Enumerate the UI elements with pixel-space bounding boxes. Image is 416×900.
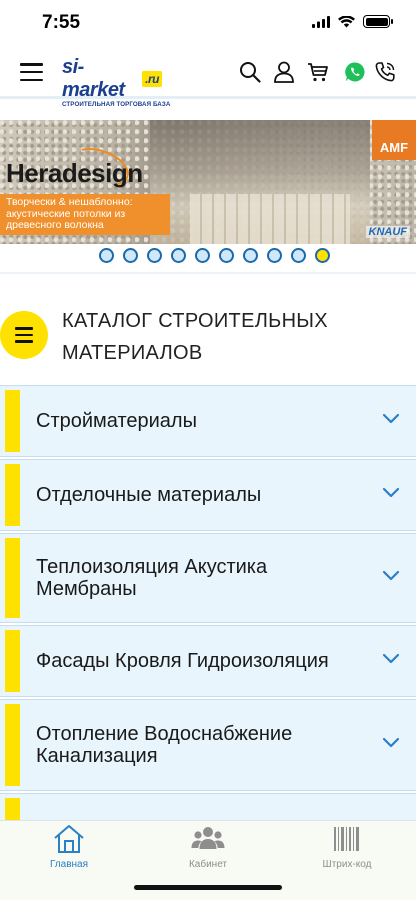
category-accent-bar xyxy=(5,704,20,786)
menu-icon[interactable] xyxy=(20,63,43,81)
carousel-dot[interactable] xyxy=(147,248,162,263)
carousel-dot[interactable] xyxy=(195,248,210,263)
user-icon[interactable] xyxy=(272,60,296,84)
chevron-down-icon[interactable] xyxy=(382,737,400,749)
tab-home-label: Главная xyxy=(49,859,89,870)
barcode-icon xyxy=(334,827,359,851)
category-item[interactable]: Стройматериалы xyxy=(0,385,416,457)
status-icons xyxy=(312,15,393,28)
chevron-down-icon[interactable] xyxy=(382,487,400,499)
chevron-down-icon[interactable] xyxy=(382,570,400,582)
amf-logo: AMF xyxy=(372,120,416,160)
category-label: Фасады Кровля Гидроизоляция xyxy=(36,650,329,672)
site-logo[interactable]: si-market .ru СТРОИТЕЛЬНАЯ ТОРГОВАЯ БАЗА xyxy=(62,56,170,108)
cart-icon[interactable] xyxy=(306,60,330,84)
category-list: Стройматериалы Отделочные материалы Тепл… xyxy=(0,385,416,855)
tab-barcode-label: Штрих-код xyxy=(322,859,372,870)
tab-home[interactable]: Главная xyxy=(0,821,138,881)
banner-tagline: Творчески & нешаблонно: акустические пот… xyxy=(0,194,170,235)
carousel-dot[interactable] xyxy=(123,248,138,263)
tab-cabinet-label: Кабинет xyxy=(188,859,228,870)
category-label: Отделочные материалы xyxy=(36,484,262,506)
app-header: si-market .ru СТРОИТЕЛЬНАЯ ТОРГОВАЯ БАЗА xyxy=(0,46,416,108)
category-item[interactable]: Отделочные материалы xyxy=(0,459,416,531)
logo-tagline: СТРОИТЕЛЬНАЯ ТОРГОВАЯ БАЗА xyxy=(62,101,171,108)
wifi-icon xyxy=(338,15,355,27)
carousel-dot[interactable] xyxy=(219,248,234,263)
logo-tld: .ru xyxy=(142,71,162,87)
catalog-title: КАТАЛОГ СТРОИТЕЛЬНЫХ МАТЕРИАЛОВ xyxy=(62,310,328,364)
promo-banner[interactable]: Heradesign Творчески & нешаблонно: акуст… xyxy=(0,120,416,244)
category-accent-bar xyxy=(5,630,20,692)
tab-cabinet[interactable]: Кабинет xyxy=(139,821,277,881)
status-bar: 7:55 xyxy=(0,0,416,46)
users-icon xyxy=(191,827,225,849)
chevron-down-icon[interactable] xyxy=(382,653,400,665)
carousel-dot[interactable] xyxy=(243,248,258,263)
category-label: Отопление Водоснабжение Канализация xyxy=(36,723,293,767)
category-item[interactable]: Отопление Водоснабжение Канализация xyxy=(0,699,416,791)
banner-floor xyxy=(190,194,350,244)
carousel-dot[interactable] xyxy=(267,248,282,263)
category-accent-bar xyxy=(5,538,20,618)
category-label: Стройматериалы xyxy=(36,410,197,432)
category-accent-bar xyxy=(5,390,20,452)
status-time: 7:55 xyxy=(42,12,81,33)
carousel-dot[interactable] xyxy=(291,248,306,263)
signal-icon xyxy=(312,15,330,28)
category-accent-bar xyxy=(5,464,20,526)
knauf-logo: KNAUF xyxy=(365,226,410,238)
carousel-dot[interactable] xyxy=(99,248,114,263)
chevron-down-icon[interactable] xyxy=(382,413,400,425)
category-item[interactable]: Теплоизоляция Акустика Мембраны xyxy=(0,533,416,623)
home-icon xyxy=(54,825,84,853)
carousel-dot[interactable] xyxy=(315,248,330,263)
whatsapp-icon[interactable] xyxy=(343,60,367,84)
section-divider xyxy=(0,272,416,274)
battery-icon xyxy=(363,15,393,28)
tab-barcode[interactable]: Штрих-код xyxy=(278,821,416,881)
carousel-pagination xyxy=(99,248,330,263)
carousel-dot[interactable] xyxy=(171,248,186,263)
home-indicator xyxy=(134,885,282,890)
catalog-menu-button[interactable] xyxy=(0,311,48,359)
phone-icon[interactable] xyxy=(373,60,397,84)
header-divider xyxy=(0,96,416,99)
banner-brand: Heradesign xyxy=(6,158,143,188)
category-item[interactable]: Фасады Кровля Гидроизоляция xyxy=(0,625,416,697)
search-icon[interactable] xyxy=(238,60,262,84)
category-label: Теплоизоляция Акустика Мембраны xyxy=(36,556,268,600)
